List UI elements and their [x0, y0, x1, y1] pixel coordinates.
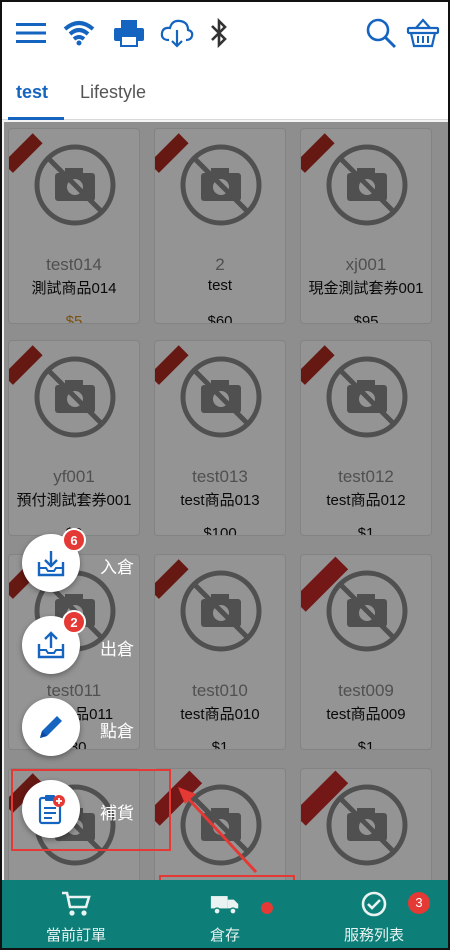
- menu-icon[interactable]: [14, 16, 48, 50]
- cart-icon: [62, 891, 91, 916]
- search-icon[interactable]: [364, 16, 398, 50]
- restock-highlight-box: [11, 769, 171, 851]
- basket-icon[interactable]: [406, 16, 440, 50]
- notification-dot: [261, 902, 273, 914]
- dim-overlay[interactable]: [4, 122, 448, 880]
- stock-out-label: 出倉: [100, 640, 134, 659]
- stock-in-button[interactable]: 6: [22, 528, 86, 592]
- stock-check-button[interactable]: [22, 698, 80, 756]
- nav-label: 當前訂單: [45, 927, 106, 944]
- truck-icon: [210, 896, 239, 915]
- bottom-navigation: 當前訂單 倉存 服務列表 3: [2, 880, 448, 948]
- service-count-badge: 3: [408, 892, 430, 914]
- stock-out-button[interactable]: 2: [22, 610, 86, 674]
- wifi-icon[interactable]: [62, 16, 96, 50]
- nav-service-list[interactable]: 服務列表 3: [300, 880, 448, 948]
- badge-count: 6: [62, 528, 86, 552]
- category-tabs: test Lifestyle: [2, 66, 448, 120]
- tab-test[interactable]: test: [16, 82, 48, 103]
- app-frame: test Lifestyle test014 測試商品014 $5 2 test…: [0, 0, 450, 950]
- nav-inventory[interactable]: 倉存: [151, 880, 299, 948]
- active-tab-indicator: [8, 117, 64, 120]
- download-tray-icon: [37, 551, 65, 577]
- bluetooth-icon[interactable]: [202, 16, 236, 50]
- check-circle-icon: [361, 891, 387, 917]
- pencil-icon: [40, 716, 62, 738]
- annotation-arrow-icon: [178, 787, 258, 874]
- nav-label: 服務列表: [343, 927, 404, 944]
- badge-count: 2: [62, 610, 86, 634]
- printer-icon[interactable]: [112, 16, 146, 50]
- stock-in-label: 入倉: [100, 558, 134, 577]
- stock-check-label: 點倉: [100, 722, 134, 741]
- cloud-download-icon[interactable]: [160, 16, 194, 50]
- upload-tray-icon: [37, 631, 65, 659]
- nav-current-orders[interactable]: 當前訂單: [2, 880, 150, 948]
- top-toolbar: [2, 2, 448, 66]
- nav-label: 倉存: [209, 927, 240, 944]
- tab-lifestyle[interactable]: Lifestyle: [80, 82, 146, 103]
